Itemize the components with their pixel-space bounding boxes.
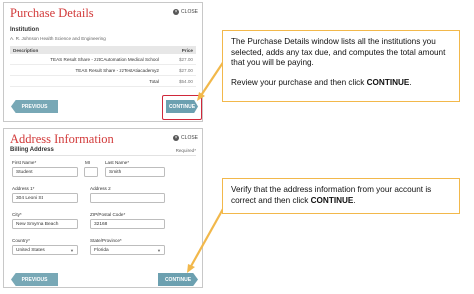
callout1-review: Review your purchase and then click CONT… bbox=[231, 77, 412, 87]
callout1-paragraph: The Purchase Details window lists all th… bbox=[231, 37, 446, 68]
callout1-arrowhead bbox=[197, 92, 205, 101]
callout-purchase: The Purchase Details window lists all th… bbox=[222, 30, 460, 102]
callout-address: Verify that the address information from… bbox=[222, 178, 460, 214]
callout2-text: Verify that the address information from… bbox=[231, 185, 432, 205]
callout2-arrowhead bbox=[187, 264, 195, 273]
